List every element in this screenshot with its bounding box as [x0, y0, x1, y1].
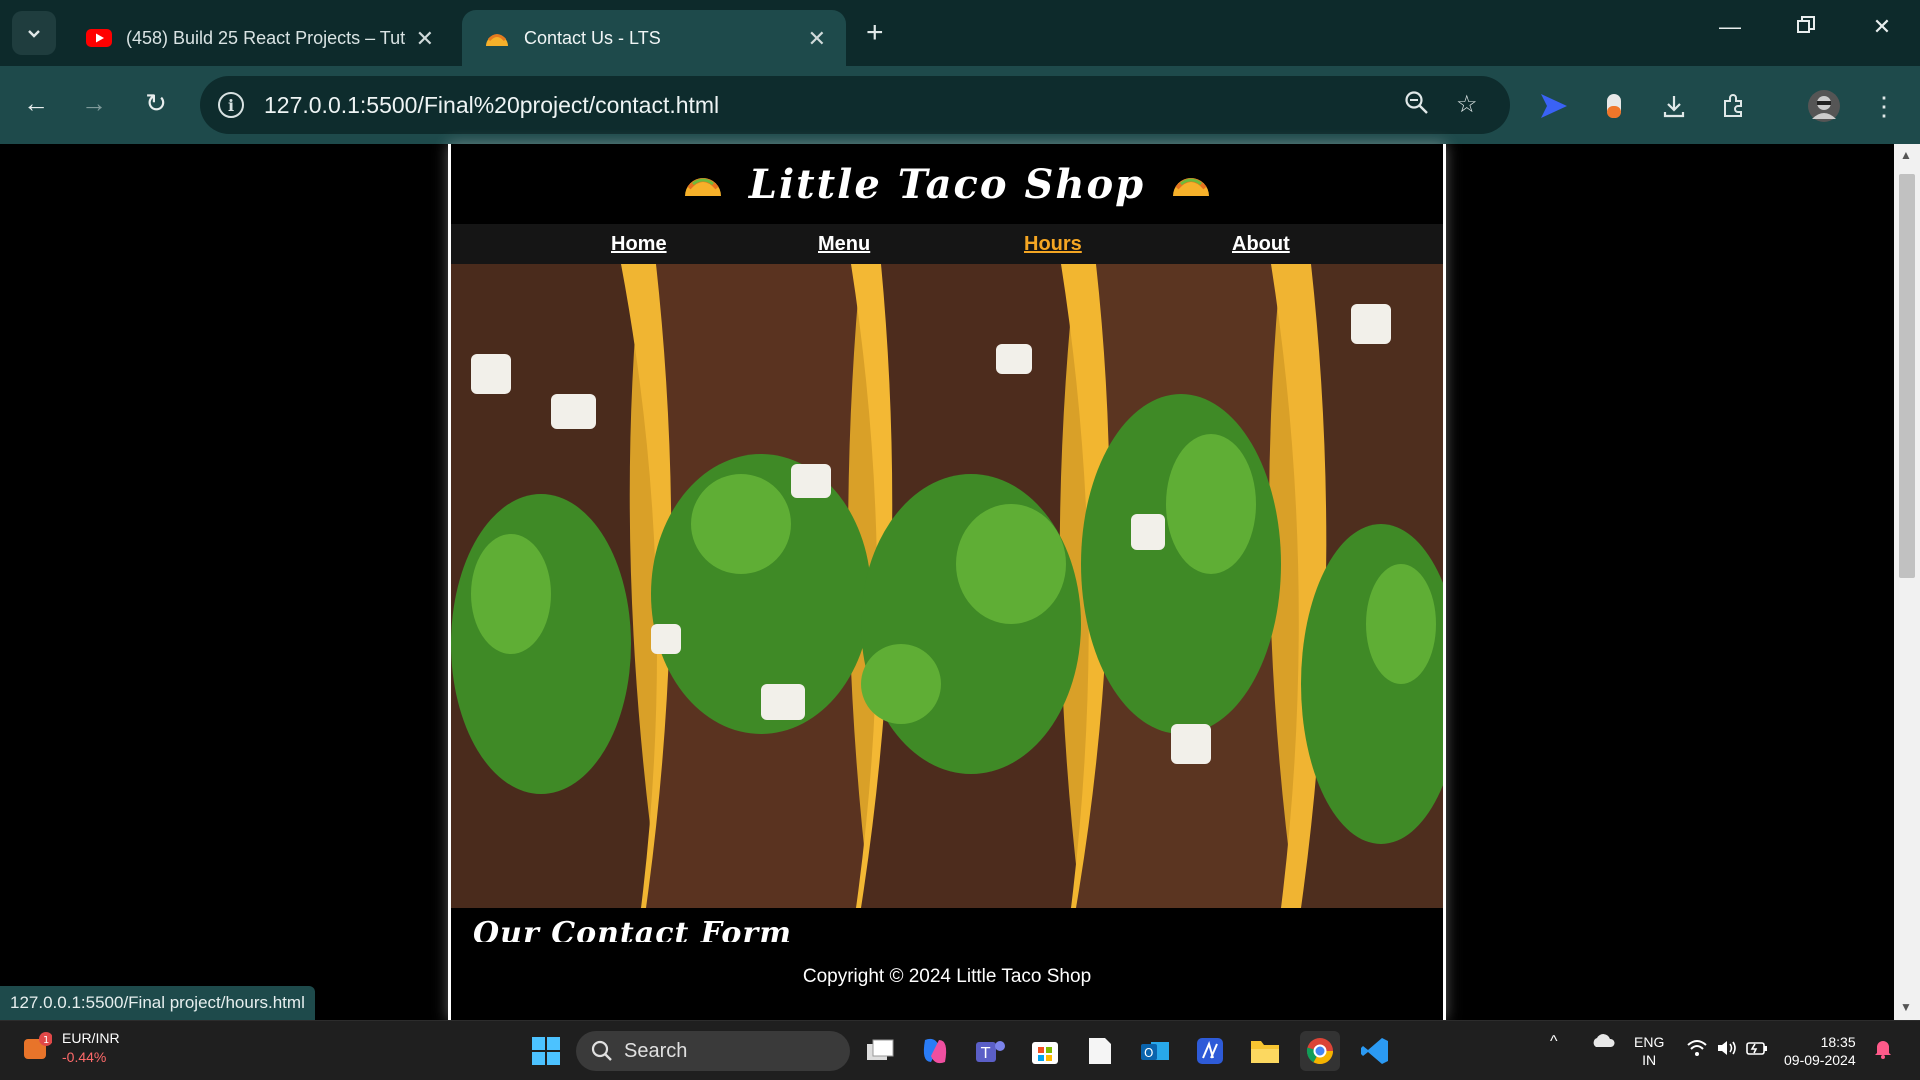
microsoft-store-icon[interactable] [1025, 1031, 1065, 1071]
task-view-icon[interactable] [860, 1031, 900, 1071]
more-menu-icon[interactable]: ⋮ [1866, 88, 1902, 124]
extension-arrow-icon[interactable] [1536, 88, 1572, 124]
nav-link-home[interactable]: Home [611, 233, 667, 256]
nav-link-menu[interactable]: Menu [818, 233, 870, 256]
taskbar: 1 EUR/INR -0.44% Search T O ^ ENG IN 18:… [0, 1020, 1920, 1080]
close-window-icon[interactable]: ✕ [1862, 14, 1902, 40]
file-explorer-icon[interactable] [1245, 1031, 1285, 1071]
ticker-badge: 1 [43, 1035, 49, 1046]
minimize-icon[interactable]: — [1710, 14, 1750, 40]
profile-avatar[interactable] [1806, 88, 1842, 124]
volume-icon[interactable] [1716, 1039, 1738, 1061]
hero-tacos-image [451, 264, 1443, 908]
tab-youtube[interactable]: (458) Build 25 React Projects – Tutorial… [64, 10, 454, 66]
scroll-down-icon[interactable]: ▼ [1900, 1000, 1912, 1014]
forward-icon[interactable]: → [76, 88, 112, 119]
search-placeholder: Search [624, 1039, 688, 1062]
svg-text:T: T [980, 1044, 991, 1062]
clock-date: 09-09-2024 [1784, 1052, 1856, 1068]
onedrive-icon[interactable] [1590, 1033, 1616, 1053]
ticker-widget[interactable]: 1 EUR/INR -0.44% [22, 1029, 120, 1067]
back-icon[interactable]: ← [18, 88, 54, 119]
ticker-icon: 1 [24, 1032, 52, 1059]
outlook-icon[interactable]: O [1135, 1031, 1175, 1071]
wifi-icon[interactable] [1686, 1039, 1708, 1061]
site-footer: Copyright © 2024 Little Taco Shop [802, 966, 1092, 987]
close-icon[interactable]: ✕ [808, 26, 826, 52]
language-indicator[interactable]: ENG IN [1634, 1033, 1664, 1069]
nav-link-about[interactable]: About [1232, 233, 1290, 256]
site-info-icon[interactable]: i [218, 92, 244, 118]
scroll-up-icon[interactable]: ▲ [1900, 148, 1912, 162]
clock-time: 18:35 [1820, 1034, 1856, 1050]
browser-toolbar: ← → ↻ i 127.0.0.1:5500/Final%20project/c… [0, 66, 1920, 144]
tab-contact[interactable]: Contact Us - LTS ✕ [462, 10, 846, 66]
notepad-icon[interactable] [1080, 1031, 1120, 1071]
battery-icon[interactable] [1746, 1039, 1768, 1061]
svg-text:O: O [1144, 1046, 1153, 1060]
app-icon[interactable] [1190, 1031, 1230, 1071]
site-container: Little Taco Shop Home Menu Hours About O… [448, 144, 1446, 1020]
taskbar-search[interactable]: Search [576, 1031, 850, 1071]
bookmark-star-icon[interactable]: ☆ [1456, 90, 1478, 119]
section-title: Our Contact Form [473, 916, 792, 942]
close-icon[interactable]: ✕ [416, 26, 434, 52]
restore-icon[interactable] [1786, 14, 1826, 40]
taco-icon [1173, 178, 1210, 196]
ticker-change: -0.44% [62, 1049, 107, 1065]
tab-title: (458) Build 25 React Projects – Tutorial [126, 27, 406, 48]
scroll-thumb[interactable] [1899, 174, 1915, 578]
extension-capsule-icon[interactable] [1596, 88, 1632, 124]
page-scrollbar[interactable]: ▲ ▼ [1894, 144, 1920, 1020]
chevron-down-icon [28, 30, 40, 38]
copilot-icon[interactable] [915, 1031, 955, 1071]
clock[interactable]: 18:35 09-09-2024 [1784, 1033, 1856, 1069]
site-title: Little Taco Shop [748, 160, 1146, 208]
notification-bell-icon[interactable] [1874, 1039, 1892, 1063]
tab-title: Contact Us - LTS [524, 27, 661, 48]
page-viewport: Little Taco Shop Home Menu Hours About O… [0, 144, 1920, 1020]
youtube-icon [86, 28, 112, 48]
zoom-icon[interactable] [1404, 90, 1430, 123]
tab-search-button[interactable] [12, 11, 56, 55]
address-bar[interactable]: i 127.0.0.1:5500/Final%20project/contact… [200, 76, 1510, 134]
vscode-icon[interactable] [1355, 1031, 1395, 1071]
site-nav: Home Menu Hours About [451, 224, 1443, 264]
ticker-name: EUR/INR [62, 1030, 120, 1046]
extensions-puzzle-icon[interactable] [1716, 88, 1752, 124]
url-text[interactable]: 127.0.0.1:5500/Final%20project/contact.h… [264, 92, 719, 119]
site-header: Little Taco Shop [451, 144, 1443, 224]
download-icon[interactable] [1656, 88, 1692, 124]
teams-icon[interactable]: T [970, 1031, 1010, 1071]
new-tab-icon[interactable]: + [866, 16, 884, 50]
taco-icon [684, 178, 721, 196]
reload-icon[interactable]: ↻ [138, 88, 174, 119]
nav-link-hours[interactable]: Hours [1024, 233, 1082, 256]
browser-titlebar: (458) Build 25 React Projects – Tutorial… [0, 0, 1920, 66]
chrome-icon[interactable] [1300, 1031, 1340, 1071]
link-status-bubble: 127.0.0.1:5500/Final project/hours.html [0, 986, 315, 1020]
search-icon [591, 1040, 612, 1061]
show-hidden-icons-icon[interactable]: ^ [1550, 1033, 1558, 1051]
windows-start-icon[interactable] [526, 1031, 566, 1071]
taco-icon [484, 28, 510, 48]
